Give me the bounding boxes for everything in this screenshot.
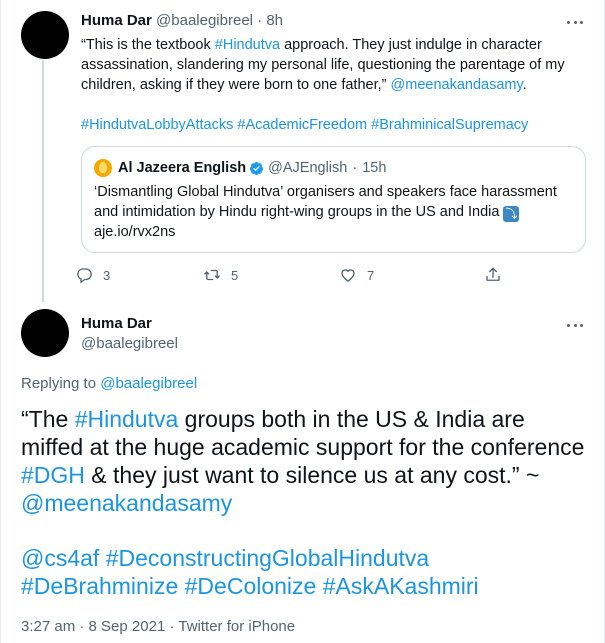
tweet-text: “The #Hindutva groups both in the US & I…	[21, 405, 591, 517]
quoted-tweet-time: 15h	[362, 160, 387, 176]
hashtag-link[interactable]: #DeBrahminize	[21, 573, 178, 599]
quoted-author-handle: @AJEnglish	[268, 160, 348, 176]
retweet-icon	[204, 269, 220, 281]
tweet-hashtags: #HindutvaLobbyAttacks #AcademicFreedom #…	[81, 115, 528, 135]
quoted-author-name: Al Jazeera English	[118, 160, 247, 176]
quoted-link[interactable]: aje.io/rvx2ns	[94, 224, 175, 240]
reply-button[interactable]: 3	[75, 266, 110, 284]
tweet-time[interactable]: 3:27 am	[21, 618, 75, 635]
like-count: 7	[367, 267, 375, 283]
tweet-date[interactable]: 8 Sep 2021	[89, 618, 166, 635]
text-segment: ‘Dismantling Global Hindutva’ organisers…	[94, 184, 557, 220]
more-icon[interactable]	[564, 318, 586, 332]
share-icon	[486, 267, 500, 281]
separator: ·	[169, 618, 175, 635]
arrow-down-emoji-icon: ⤵	[503, 206, 520, 222]
hashtag-link[interactable]: #DeconstructingGlobalHindutva	[106, 545, 429, 571]
quoted-tweet-header: Al Jazeera English @AJEnglish · 15h	[94, 158, 386, 178]
hashtag-link[interactable]: #AcademicFreedom	[237, 117, 367, 133]
text-segment: & they just want to silence us at any co…	[84, 462, 540, 488]
separator: ·	[352, 160, 358, 176]
quoted-tweet-text: ‘Dismantling Global Hindutva’ organisers…	[94, 182, 579, 242]
timeline: Huma Dar @baalegibreel · 8h “This is the…	[0, 0, 605, 643]
separator: ·	[79, 618, 85, 635]
quoted-avatar	[94, 159, 112, 177]
hashtag-link[interactable]: #AskAKashmiri	[323, 573, 479, 599]
more-icon[interactable]	[564, 15, 586, 29]
tweet-time[interactable]: 8h	[266, 12, 283, 29]
mention-link[interactable]: @cs4af	[21, 545, 99, 571]
thread-line	[42, 60, 44, 302]
hashtag-link[interactable]: #BrahminicalSupremacy	[371, 117, 528, 133]
avatar[interactable]	[21, 11, 69, 59]
author-name[interactable]: Huma Dar	[81, 314, 152, 334]
text-segment: “This is the textbook	[81, 37, 215, 53]
avatar[interactable]	[21, 309, 69, 357]
retweet-button[interactable]: 5	[203, 266, 238, 284]
tweet-metadata: 3:27 am · 8 Sep 2021 · Twitter for iPhon…	[21, 617, 295, 637]
retweet-count: 5	[231, 267, 239, 283]
mention-link[interactable]: @meenakandasamy	[21, 490, 232, 516]
text-segment: .	[522, 77, 527, 93]
hashtag-link[interactable]: #Hindutva	[75, 406, 179, 432]
hashtag-link[interactable]: #DGH	[21, 462, 85, 488]
author-handle[interactable]: @baalegibreel	[156, 12, 253, 29]
replying-to: Replying to @baalegibreel	[21, 374, 197, 394]
replying-label: Replying to	[21, 375, 101, 392]
author-handle[interactable]: @baalegibreel	[81, 334, 178, 354]
text-segment: “The	[21, 406, 75, 432]
reply-count: 3	[103, 267, 111, 283]
hashtag-link[interactable]: #DeColonize	[185, 573, 317, 599]
quoted-tweet[interactable]: Al Jazeera English @AJEnglish · 15h ‘Dis…	[81, 146, 586, 253]
mention-link[interactable]: @meenakandasamy	[391, 77, 523, 93]
tweet-actions: 3 5 7	[75, 266, 515, 288]
tweet-text: “This is the textbook #Hindutva approach…	[81, 35, 586, 95]
tweet-hashtags: @cs4af #DeconstructingGlobalHindutva #De…	[21, 544, 591, 600]
like-button[interactable]: 7	[339, 266, 374, 284]
heart-icon	[341, 269, 355, 282]
tweet-source[interactable]: Twitter for iPhone	[178, 618, 295, 635]
verified-badge-icon	[250, 161, 264, 175]
separator: ·	[257, 12, 263, 29]
reply-icon	[77, 268, 92, 284]
author-name[interactable]: Huma Dar	[81, 12, 152, 29]
mention-link[interactable]: @baalegibreel	[100, 375, 197, 392]
tweet-header: Huma Dar @baalegibreel · 8h	[81, 11, 283, 31]
share-button[interactable]	[484, 266, 512, 284]
hashtag-link[interactable]: #HindutvaLobbyAttacks	[81, 117, 233, 133]
hashtag-link[interactable]: #Hindutva	[215, 37, 280, 53]
